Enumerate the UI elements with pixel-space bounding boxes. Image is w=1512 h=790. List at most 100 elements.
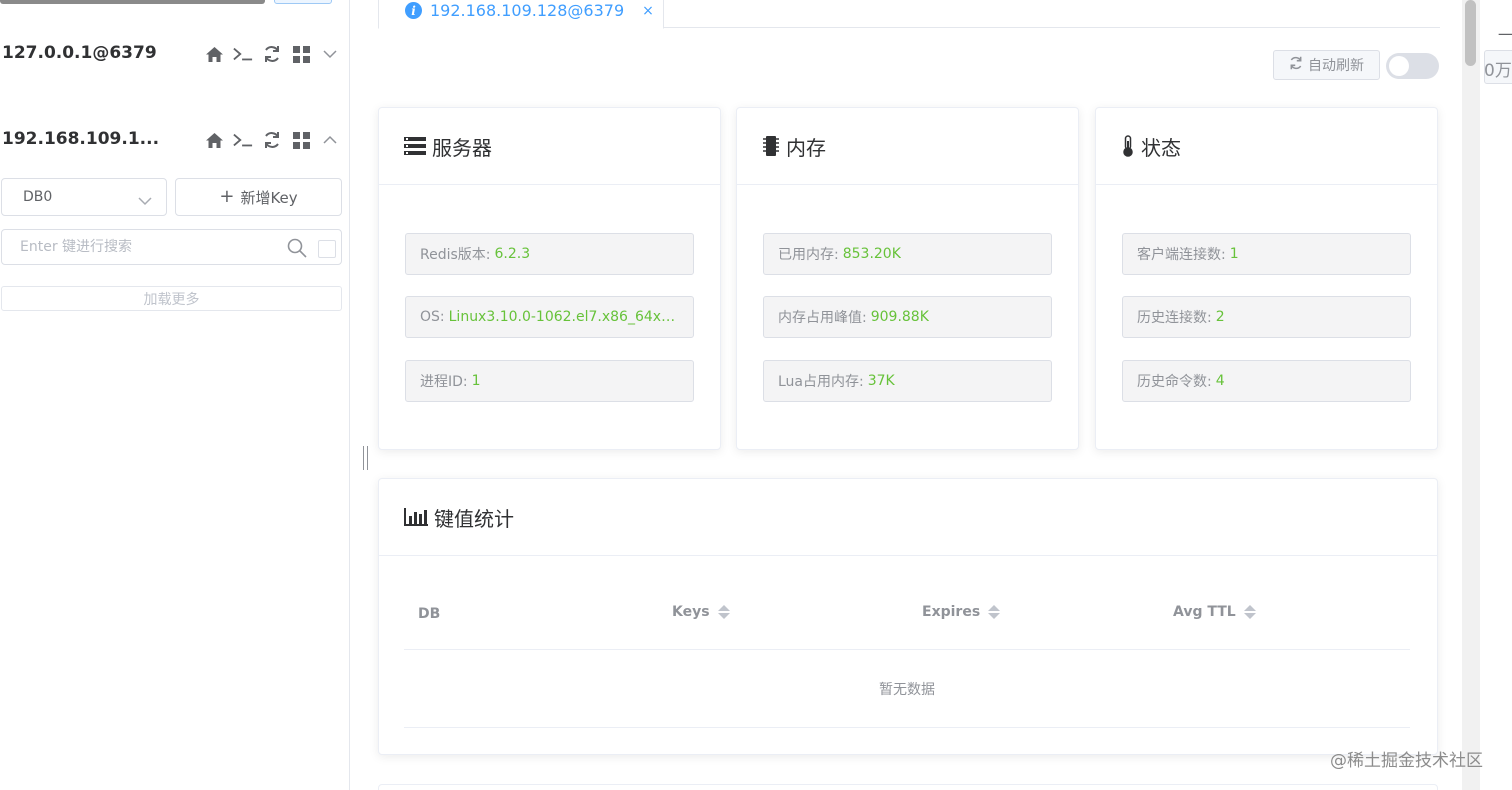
field-label: 客户端连接数: [1137,247,1226,263]
top-scroll-fragment [0,0,265,4]
key-search-field[interactable] [1,229,342,265]
key-stats-table-header: DB Keys Expires Avg TTL [404,580,1410,650]
auto-refresh-button[interactable]: 自动刷新 [1273,50,1380,80]
search-icon[interactable] [287,238,307,262]
connection-row-2[interactable]: 192.168.109.1... [0,126,345,156]
sidebar: 127.0.0.1@6379 192.168.109.1... DB0 + 新增… [0,0,350,790]
grid-icon[interactable] [291,130,311,150]
server-card-title: 服务器 [432,135,492,160]
memory-card: 内存 已用内存: 853.20K 内存占用峰值: 909.88K Lua占用内存… [736,107,1079,450]
connection-name[interactable]: 192.168.109.1... [2,129,159,149]
field-value: Linux3.10.0-1062.el7.x86_64x86... [448,309,679,325]
status-card-title: 状态 [1141,135,1181,160]
memory-card-header: 内存 [737,108,1078,185]
server-icon [404,137,426,155]
field-label: 内存占用峰值: [778,310,867,326]
close-icon[interactable]: × [642,3,654,19]
column-label: Keys [672,604,710,620]
table-empty-text: 暂无数据 [404,650,1410,728]
next-card-edge [378,784,1438,790]
field-value: 1 [471,373,481,389]
field-value: 1 [1229,246,1239,262]
exact-search-checkbox[interactable] [318,240,336,258]
tab-bar: i 192.168.109.128@6379 × [378,0,1440,29]
add-key-button[interactable]: + 新增Key [175,178,342,216]
field-label: 已用内存: [778,247,839,263]
terminal-icon[interactable] [233,44,253,64]
field-value: 37K [867,373,895,389]
field-label: OS: [420,309,445,325]
field-value: 4 [1215,373,1225,389]
chevron-down-icon [138,191,152,210]
connection-row-1[interactable]: 127.0.0.1@6379 [0,40,345,70]
plus-icon: + [219,186,235,207]
top-button-fragment[interactable] [274,0,332,4]
connection-actions [204,130,340,150]
db-select[interactable]: DB0 [1,178,167,216]
load-more-button[interactable]: 加载更多 [1,286,342,311]
tab-label: 192.168.109.128@6379 [430,1,625,20]
tab-connection[interactable]: i 192.168.109.128@6379 × [378,0,664,29]
field-value: 853.20K [842,246,901,262]
fragment-text: 一个 [1498,26,1512,44]
connection-actions [204,44,340,64]
field-label: 历史命令数: [1137,374,1212,390]
chevron-up-icon[interactable] [320,130,340,150]
terminal-icon[interactable] [233,130,253,150]
toggle-knob [1389,56,1409,76]
thermometer-icon [1121,135,1135,157]
status-card-header: 状态 [1096,108,1437,185]
auto-refresh-toggle[interactable] [1386,53,1439,79]
field-value: 909.88K [870,309,929,325]
redis-version-field: Redis版本: 6.2.3 [405,233,694,275]
right-panel-fragment: 一个 0万 [1480,0,1512,790]
field-value: 6.2.3 [494,246,531,262]
column-label: Expires [922,604,981,620]
field-label: Redis版本: [420,247,491,263]
field-value: 2 [1215,309,1225,325]
status-card: 状态 客户端连接数: 1 历史连接数: 2 历史命令数: 4 [1095,107,1438,450]
scrollbar-thumb[interactable] [1465,0,1476,66]
column-header-keys[interactable]: Keys [672,604,730,620]
used-memory-field: 已用内存: 853.20K [763,233,1052,275]
connection-name[interactable]: 127.0.0.1@6379 [2,43,157,63]
field-label: 进程ID: [420,374,468,390]
watermark-text: @稀土掘金技术社区 [1330,751,1483,771]
process-id-field: 进程ID: 1 [405,360,694,402]
refresh-icon[interactable] [262,44,282,64]
sort-icon[interactable] [1243,605,1256,619]
info-icon: i [405,2,422,19]
history-connections-field: 历史连接数: 2 [1122,296,1411,338]
refresh-icon[interactable] [262,130,282,150]
home-icon[interactable] [204,44,224,64]
refresh-icon [1289,56,1303,74]
home-icon[interactable] [204,130,224,150]
lua-memory-field: Lua占用内存: 37K [763,360,1052,402]
grid-icon[interactable] [291,44,311,64]
key-stats-title: 键值统计 [434,506,514,531]
memory-chip-icon [762,136,780,156]
column-label: DB [418,606,441,622]
sort-icon[interactable] [717,605,730,619]
server-card-header: 服务器 [379,108,720,185]
field-label: Lua占用内存: [778,374,864,390]
scrollbar-track[interactable] [1462,0,1480,790]
field-label: 历史连接数: [1137,310,1212,326]
pane-resize-handle[interactable] [363,446,368,470]
column-header-expires[interactable]: Expires [922,604,1001,620]
key-stats-header: 键值统计 [379,479,1437,556]
auto-refresh-label: 自动刷新 [1308,58,1364,74]
chevron-down-icon[interactable] [320,44,340,64]
search-input[interactable] [20,237,270,257]
sort-icon[interactable] [988,605,1001,619]
peak-memory-field: 内存占用峰值: 909.88K [763,296,1052,338]
bar-chart-icon [404,508,428,526]
add-key-label: 新增Key [240,188,298,207]
memory-card-title: 内存 [786,135,826,160]
column-header-db: DB [418,606,440,622]
column-header-avg-ttl[interactable]: Avg TTL [1173,604,1256,620]
column-label: Avg TTL [1173,604,1236,620]
db-select-value: DB0 [23,189,53,205]
fragment-text: 0万 [1484,61,1512,81]
client-connections-field: 客户端连接数: 1 [1122,233,1411,275]
